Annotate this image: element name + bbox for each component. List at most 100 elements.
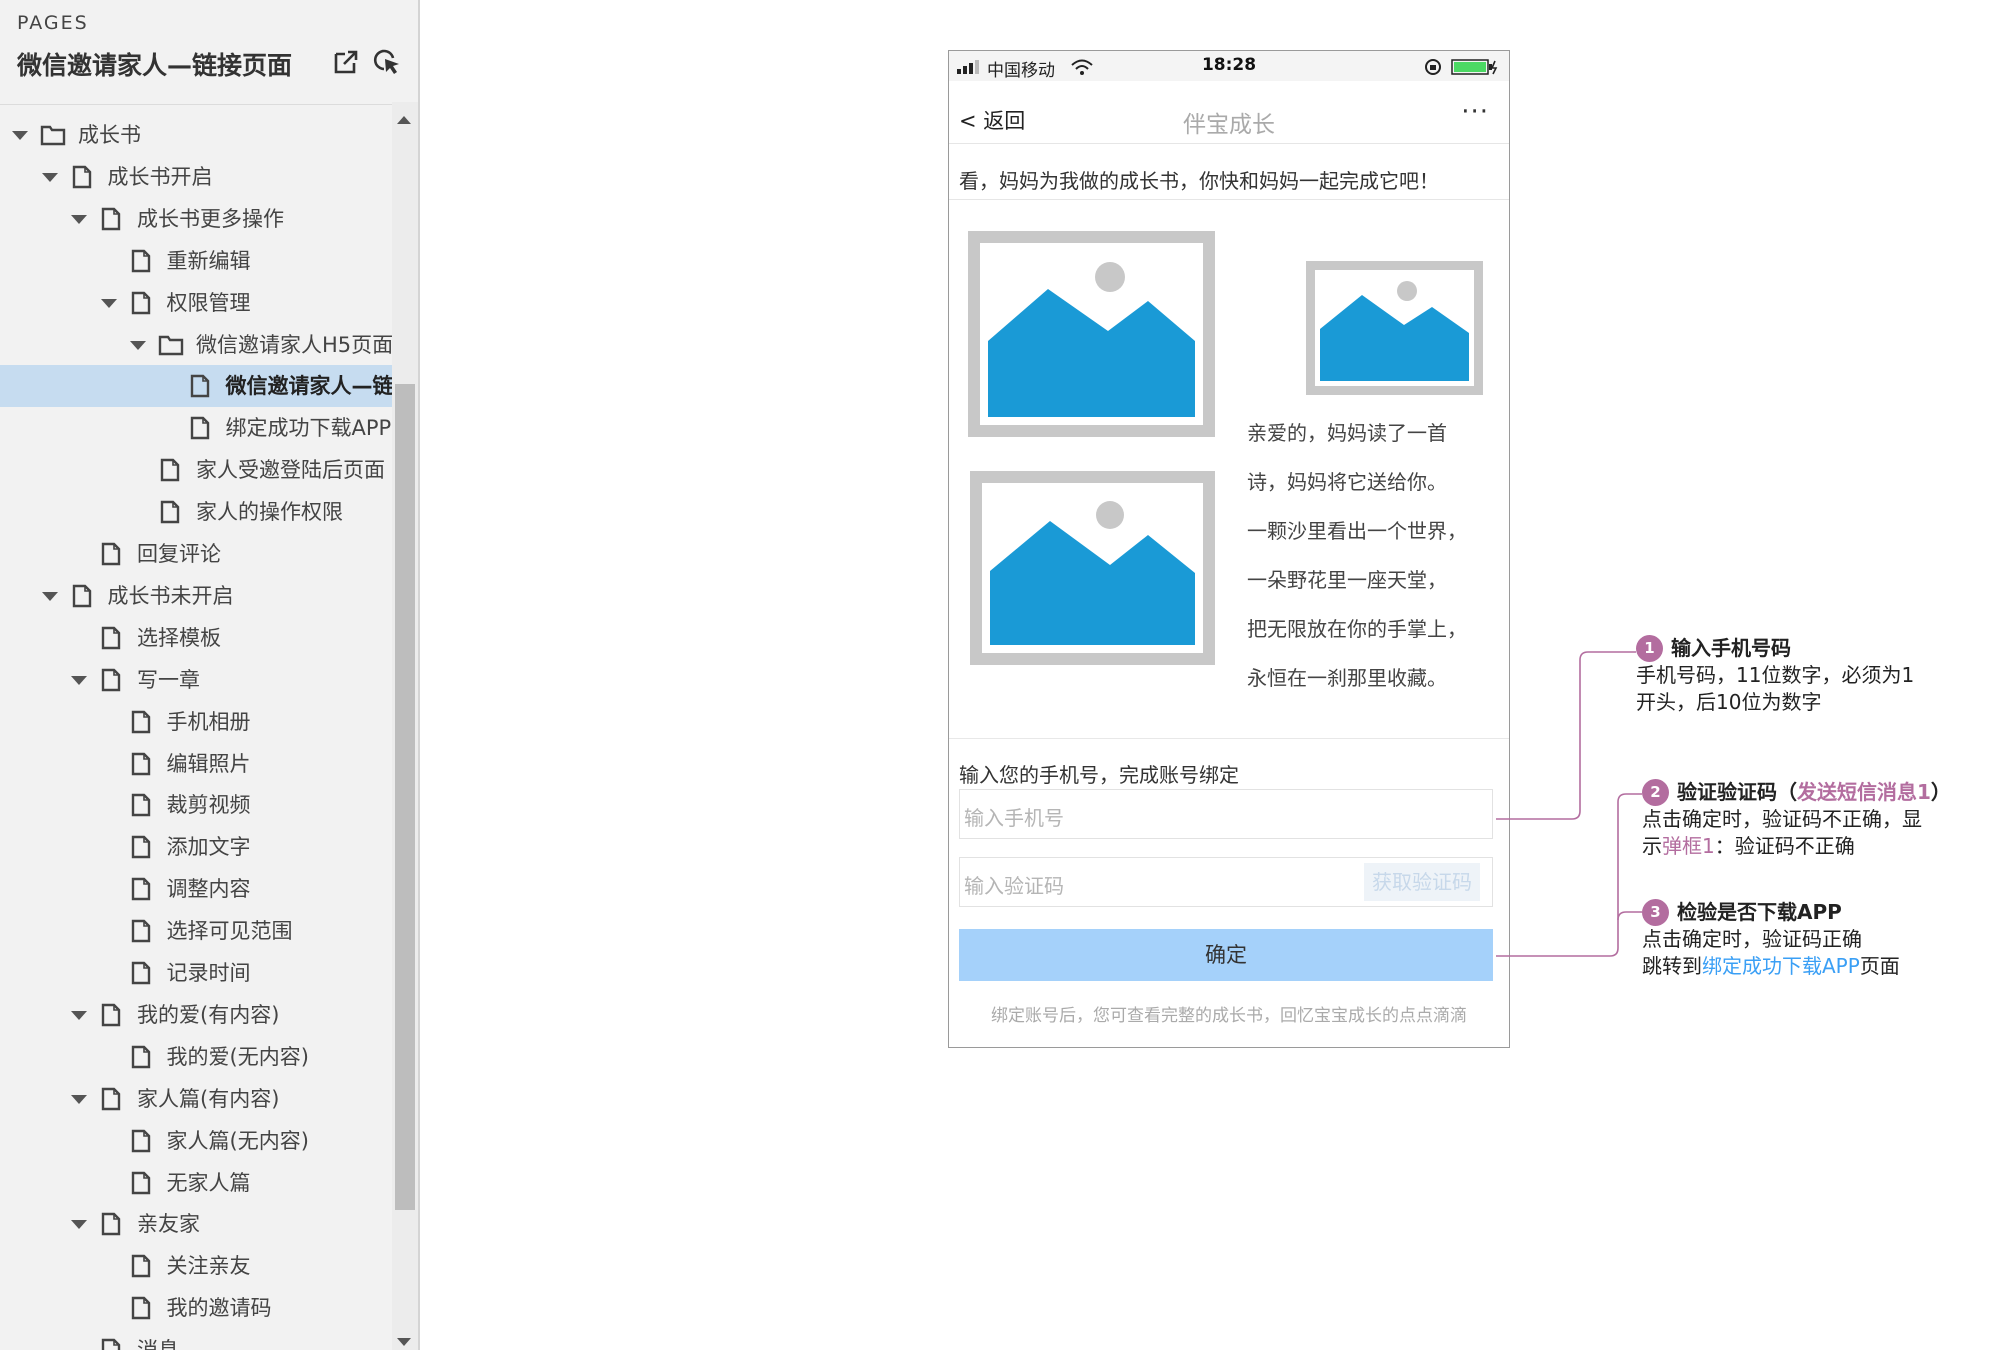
expand-caret-icon[interactable]: [71, 675, 87, 685]
page-tree: 成长书成长书开启 成长书更多操作 重新编辑 权限管理 微信邀请家人H5页面 微信邀请家人—…: [0, 102, 392, 1350]
page-icon: [160, 500, 180, 524]
tree-item[interactable]: 我的邀请码: [0, 1287, 392, 1329]
phone-input[interactable]: 输入手机号: [959, 789, 1493, 839]
annotation-badge: 3: [1642, 899, 1669, 926]
tree-item-label: 编辑照片: [166, 751, 251, 776]
tree-item[interactable]: 编辑照片: [0, 743, 392, 785]
page-icon: [131, 877, 150, 901]
scroll-down-icon[interactable]: [397, 1338, 411, 1346]
scroll-up-icon[interactable]: [397, 116, 411, 124]
scrollbar-thumb[interactable]: [395, 384, 415, 1210]
expand-caret-icon[interactable]: [41, 591, 58, 601]
tree-item[interactable]: 重新编辑: [0, 240, 392, 282]
expand-caret-icon[interactable]: [12, 131, 28, 140]
download-page-link[interactable]: 绑定成功下载APP: [1702, 954, 1860, 978]
tree-item-label: 我的爱(有内容): [137, 1002, 280, 1027]
tree-item[interactable]: 成长书更多操作: [0, 198, 392, 240]
tree-item[interactable]: 我的爱(无内容): [0, 1036, 392, 1078]
tree-item[interactable]: 我的爱(有内容): [0, 994, 392, 1036]
tree-item[interactable]: 回复评论: [0, 533, 392, 575]
code-input[interactable]: 输入验证码 获取验证码: [959, 857, 1493, 907]
page-icon: [131, 961, 150, 985]
poem-line: 一朵野花里一座天堂，: [1247, 568, 1447, 592]
tree-item[interactable]: 微信邀请家人H5页面: [0, 324, 392, 366]
annotation-text: 手机号码，11位数字，必须为1: [1636, 663, 1915, 687]
tree-item[interactable]: 选择可见范围: [0, 910, 392, 952]
divider: [949, 738, 1509, 739]
page-icon: [131, 1045, 150, 1068]
tree-item[interactable]: 记录时间: [0, 952, 392, 994]
page-icon: [101, 1338, 121, 1350]
expand-caret-icon[interactable]: [71, 1094, 87, 1104]
expand-caret-icon[interactable]: [71, 214, 87, 224]
annotation-title-end: ）: [1930, 780, 1951, 804]
tree-item[interactable]: 裁剪视频: [0, 784, 392, 826]
tree-item-label: 手机相册: [166, 709, 251, 734]
tree-item[interactable]: 调整内容: [0, 868, 392, 910]
page-icon: [131, 919, 150, 943]
tree-item[interactable]: 家人篇(无内容): [0, 1120, 392, 1162]
annotation-title: 输入手机号码: [1671, 636, 1791, 660]
more-icon[interactable]: ···: [1461, 97, 1489, 127]
page-icon: [190, 375, 209, 398]
tree-item-label: 亲友家: [137, 1212, 200, 1237]
tree-item[interactable]: 权限管理: [0, 282, 392, 324]
tree-item-label: 关注亲友: [166, 1254, 251, 1279]
tree-item[interactable]: 家人受邀登陆后页面: [0, 449, 392, 491]
tree-item[interactable]: 关注亲友: [0, 1245, 392, 1287]
nav-bar: < 返回 伴宝成长 ···: [949, 93, 1509, 144]
tree-item[interactable]: 写一章: [0, 659, 392, 701]
tree-item[interactable]: 成长书开启: [0, 156, 392, 198]
page-icon: [101, 1003, 121, 1027]
page-icon: [101, 1087, 121, 1110]
tree-item[interactable]: 家人篇(有内容): [0, 1078, 392, 1120]
bind-label: 输入您的手机号，完成账号绑定: [959, 763, 1239, 787]
nav-title: 伴宝成长: [1183, 112, 1275, 138]
tree-item[interactable]: 亲友家: [0, 1203, 392, 1245]
divider: [949, 199, 1509, 200]
invite-message: 看，妈妈为我做的成长书，你快和妈妈一起完成它吧！: [959, 169, 1439, 193]
expand-caret-icon[interactable]: [100, 298, 117, 308]
folder-icon: [40, 125, 66, 146]
expand-caret-icon[interactable]: [71, 1220, 87, 1230]
page-icon: [131, 291, 150, 314]
tree-item[interactable]: 绑定成功下载APP: [0, 407, 392, 449]
tree-item[interactable]: 成长书未开启: [0, 575, 392, 617]
tree-item-label: 成长书: [78, 123, 141, 147]
poem-line: 永恒在一刹那里收藏。: [1247, 666, 1447, 690]
tree-item[interactable]: 选择模板: [0, 617, 392, 659]
tree-item[interactable]: 微信邀请家人—链接页面: [0, 365, 392, 408]
expand-caret-icon[interactable]: [71, 1010, 87, 1020]
get-code-button[interactable]: 获取验证码: [1364, 863, 1480, 901]
tree-item-label: 记录时间: [166, 961, 251, 985]
pages-label: PAGES: [17, 12, 89, 34]
tree-item-label: 消息: [137, 1329, 179, 1350]
tree-item[interactable]: 成长书: [0, 114, 392, 156]
tree-item[interactable]: 无家人篇: [0, 1162, 392, 1204]
tree-item[interactable]: 手机相册: [0, 701, 392, 743]
expand-caret-icon[interactable]: [41, 172, 58, 182]
tree-item[interactable]: 家人的操作权限: [0, 491, 392, 533]
sms-link[interactable]: 发送短信消息1: [1797, 780, 1931, 804]
expand-caret-icon[interactable]: [130, 340, 146, 350]
footnote: 绑定账号后，您可查看完整的成长书，回忆宝宝成长的点点滴滴: [991, 1006, 1467, 1026]
confirm-button[interactable]: 确定: [959, 929, 1493, 981]
tree-item[interactable]: 消息: [0, 1329, 392, 1350]
tree-item-label: 选择可见范围: [166, 919, 293, 944]
poem-line: 一颗沙里看出一个世界，: [1247, 519, 1467, 543]
tree-item-label: 家人篇(有内容): [137, 1086, 280, 1111]
battery-icon: [1451, 59, 1498, 75]
tree-item-label: 家人受邀登陆后页面: [196, 458, 385, 483]
cursor-icon[interactable]: [373, 48, 401, 76]
tree-item[interactable]: 添加文字: [0, 826, 392, 868]
annotation-badge: 2: [1642, 779, 1669, 806]
tree-item-label: 成长书未开启: [107, 583, 234, 608]
dialog-link[interactable]: 弹框1: [1662, 834, 1715, 858]
export-icon[interactable]: [332, 48, 360, 76]
tree-item-label: 我的邀请码: [166, 1296, 272, 1321]
page-icon: [131, 1255, 150, 1278]
poem-line: 亲爱的，妈妈读了一首: [1247, 421, 1447, 445]
folder-icon: [158, 335, 184, 355]
annotation-text: 点击确定时，验证码不正确，显: [1642, 807, 1922, 831]
annotation-text: 点击确定时，验证码正确: [1642, 927, 1862, 951]
